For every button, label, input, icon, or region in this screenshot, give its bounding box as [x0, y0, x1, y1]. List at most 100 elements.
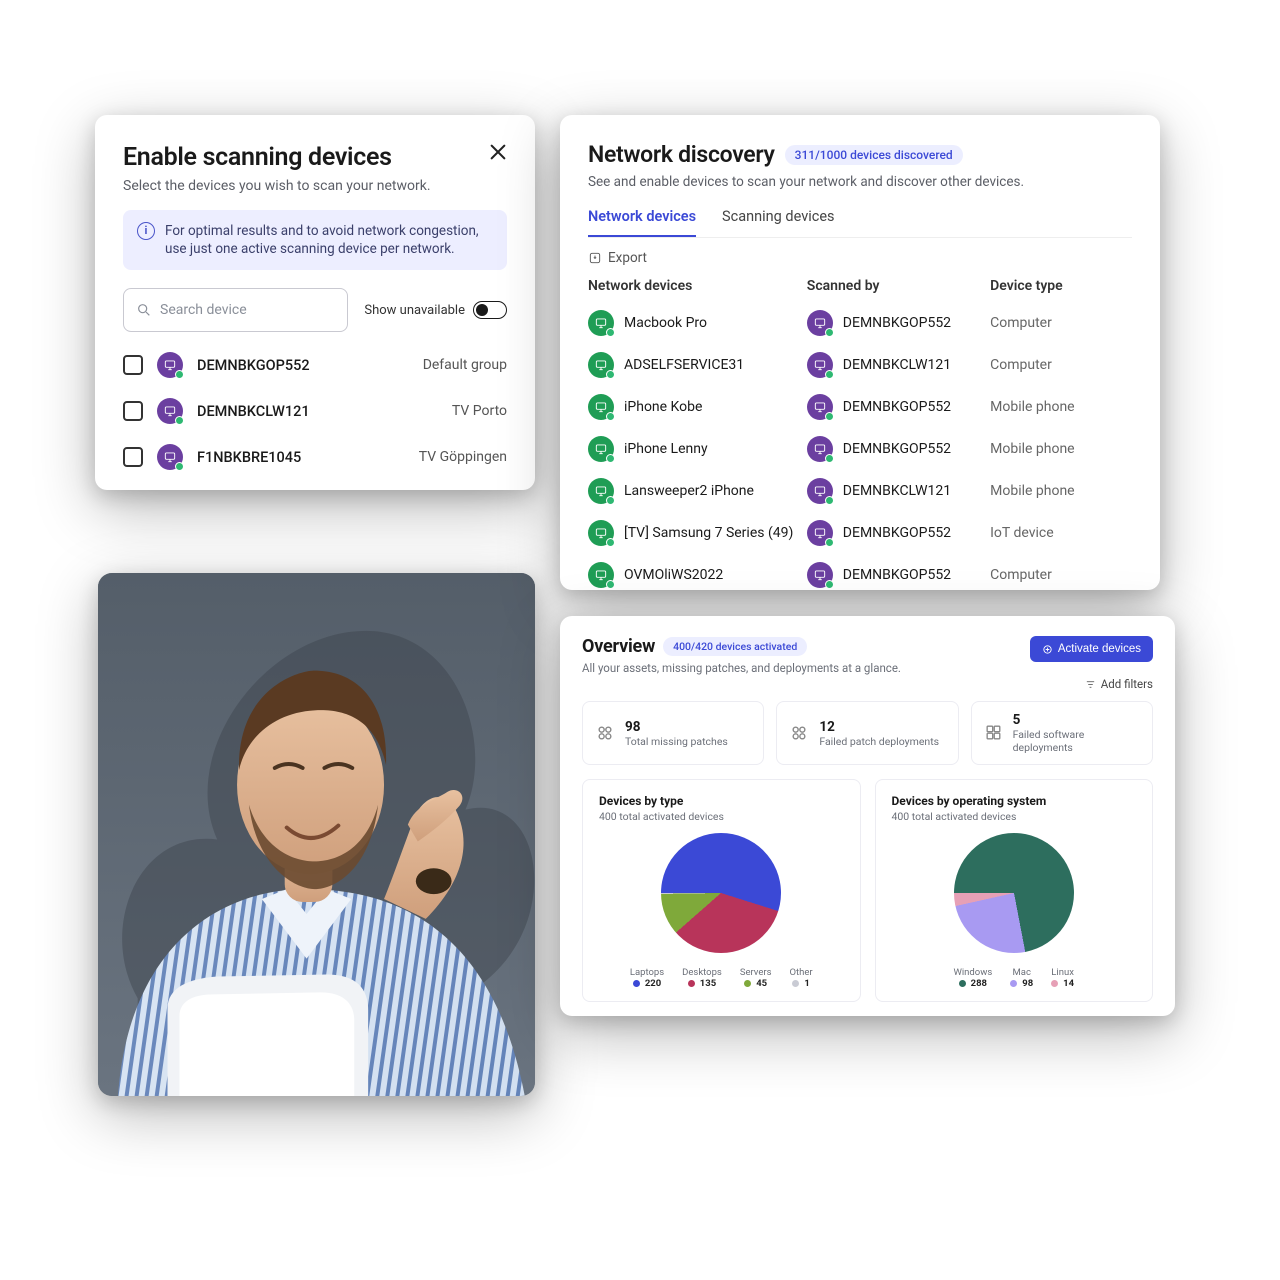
chart-sub-type: 400 total activated devices: [599, 810, 844, 823]
device-checkbox[interactable]: [123, 447, 143, 467]
device-icon: [807, 352, 833, 378]
network-device-cell[interactable]: Macbook Pro: [588, 310, 801, 336]
device-name: F1NBKBRE1045: [197, 449, 405, 466]
device-name: OVMOliWS2022: [624, 567, 723, 583]
info-icon: i: [137, 222, 155, 240]
device-checkbox[interactable]: [123, 355, 143, 375]
plus-circle-icon: [1042, 644, 1053, 655]
device-name: ADSELFSERVICE31: [624, 357, 744, 373]
stat-card[interactable]: 5 Failed software deployments: [971, 701, 1153, 765]
scanner-name: DEMNBKGOP552: [843, 567, 951, 583]
column-header: Network devices: [588, 278, 801, 294]
tab-network-devices[interactable]: Network devices: [588, 208, 696, 237]
device-icon: [588, 310, 614, 336]
legend-item: Servers 45: [740, 967, 772, 989]
overview-card: Overview 400/420 devices activated All y…: [560, 616, 1175, 1016]
legend-swatch: [744, 980, 751, 987]
activate-label: Activate devices: [1058, 643, 1141, 655]
close-icon[interactable]: [489, 143, 507, 161]
legend-item: Other 1: [790, 967, 813, 989]
export-label: Export: [608, 250, 647, 266]
legend-label: Other: [790, 967, 813, 978]
network-device-cell[interactable]: Lansweeper2 iPhone: [588, 478, 801, 504]
stat-card[interactable]: 98 Total missing patches: [582, 701, 764, 765]
scanner-name: DEMNBKCLW121: [843, 357, 951, 373]
chart-devices-by-os: Devices by operating system 400 total ac…: [875, 779, 1154, 1002]
scanned-by-cell[interactable]: DEMNBKGOP552: [807, 436, 984, 462]
device-icon: [588, 394, 614, 420]
device-type-cell: Mobile phone: [990, 399, 1132, 415]
enable-scanning-title: Enable scanning devices: [123, 143, 392, 172]
scanned-by-cell[interactable]: DEMNBKGOP552: [807, 562, 984, 588]
legend-label: Desktops: [682, 967, 722, 978]
overview-title: Overview: [582, 636, 655, 657]
scanner-name: DEMNBKGOP552: [843, 315, 951, 331]
add-filters-button[interactable]: Add filters: [582, 677, 1153, 691]
chart-devices-by-type: Devices by type 400 total activated devi…: [582, 779, 861, 1002]
tab-scanning-devices[interactable]: Scanning devices: [722, 208, 834, 237]
stat-icon: [595, 723, 615, 743]
scanned-by-cell[interactable]: DEMNBKGOP552: [807, 310, 984, 336]
device-type-cell: IoT device: [990, 525, 1132, 541]
search-placeholder: Search device: [160, 302, 247, 318]
legend-value: 14: [1063, 978, 1074, 989]
network-device-cell[interactable]: ADSELFSERVICE31: [588, 352, 801, 378]
device-type-cell: Computer: [990, 315, 1132, 331]
legend-item: Windows 288: [953, 967, 992, 989]
network-device-cell[interactable]: OVMOliWS2022: [588, 562, 801, 588]
legend-item: Mac 98: [1010, 967, 1033, 989]
device-icon: [807, 520, 833, 546]
chart-title-type: Devices by type: [599, 794, 844, 808]
device-name: iPhone Lenny: [624, 441, 708, 457]
legend-swatch: [959, 980, 966, 987]
legend-item: Desktops 135: [682, 967, 722, 989]
device-group: TV Porto: [452, 403, 507, 419]
device-name: DEMNBKCLW121: [197, 403, 438, 420]
discovery-title: Network discovery: [588, 141, 775, 168]
column-header: Device type: [990, 278, 1132, 294]
chart-title-os: Devices by operating system: [892, 794, 1137, 808]
device-name: DEMNBKGOP552: [197, 357, 409, 374]
device-type-cell: Mobile phone: [990, 483, 1132, 499]
device-checkbox[interactable]: [123, 401, 143, 421]
overview-subtitle: All your assets, missing patches, and de…: [582, 661, 901, 675]
stat-value: 12: [819, 719, 939, 735]
legend-value: 98: [1022, 978, 1033, 989]
network-device-cell[interactable]: [TV] Samsung 7 Series (49): [588, 520, 801, 546]
device-icon: [807, 478, 833, 504]
device-name: [TV] Samsung 7 Series (49): [624, 525, 793, 541]
device-icon: [157, 444, 183, 470]
stat-label: Total missing patches: [625, 735, 728, 748]
scanned-by-cell[interactable]: DEMNBKCLW121: [807, 478, 984, 504]
chart-sub-os: 400 total activated devices: [892, 810, 1137, 823]
person-photo: [98, 573, 535, 1096]
column-header: Scanned by: [807, 278, 984, 294]
stat-card[interactable]: 12 Failed patch deployments: [776, 701, 958, 765]
show-unavailable-toggle[interactable]: [473, 301, 507, 319]
scanning-device-row: F1NBKBRE1045 TV Göppingen: [123, 444, 507, 470]
scanned-by-cell[interactable]: DEMNBKCLW121: [807, 352, 984, 378]
discovery-table: Network devices Scanned by Device type Mac…: [588, 278, 1132, 588]
network-device-cell[interactable]: iPhone Kobe: [588, 394, 801, 420]
device-icon: [157, 398, 183, 424]
scanner-name: DEMNBKGOP552: [843, 399, 951, 415]
stat-icon: [984, 723, 1003, 743]
scanned-by-cell[interactable]: DEMNBKGOP552: [807, 520, 984, 546]
scanning-device-list: DEMNBKGOP552 Default group DEMNBKCLW121 …: [123, 352, 507, 470]
legend-swatch: [633, 980, 640, 987]
activate-devices-button[interactable]: Activate devices: [1030, 636, 1153, 662]
device-icon: [157, 352, 183, 378]
export-button[interactable]: Export: [588, 250, 1132, 266]
device-type-cell: Computer: [990, 357, 1132, 373]
legend-swatch: [792, 980, 799, 987]
search-input[interactable]: Search device: [123, 288, 348, 332]
scanner-name: DEMNBKCLW121: [843, 483, 951, 499]
device-name: iPhone Kobe: [624, 399, 702, 415]
scanned-by-cell[interactable]: DEMNBKGOP552: [807, 394, 984, 420]
legend-label: Windows: [953, 967, 992, 978]
search-icon: [136, 302, 152, 318]
overview-count-pill: 400/420 devices activated: [663, 637, 807, 656]
network-device-cell[interactable]: iPhone Lenny: [588, 436, 801, 462]
filters-label: Add filters: [1101, 677, 1153, 691]
discovery-tabs: Network devices Scanning devices: [588, 208, 1132, 238]
